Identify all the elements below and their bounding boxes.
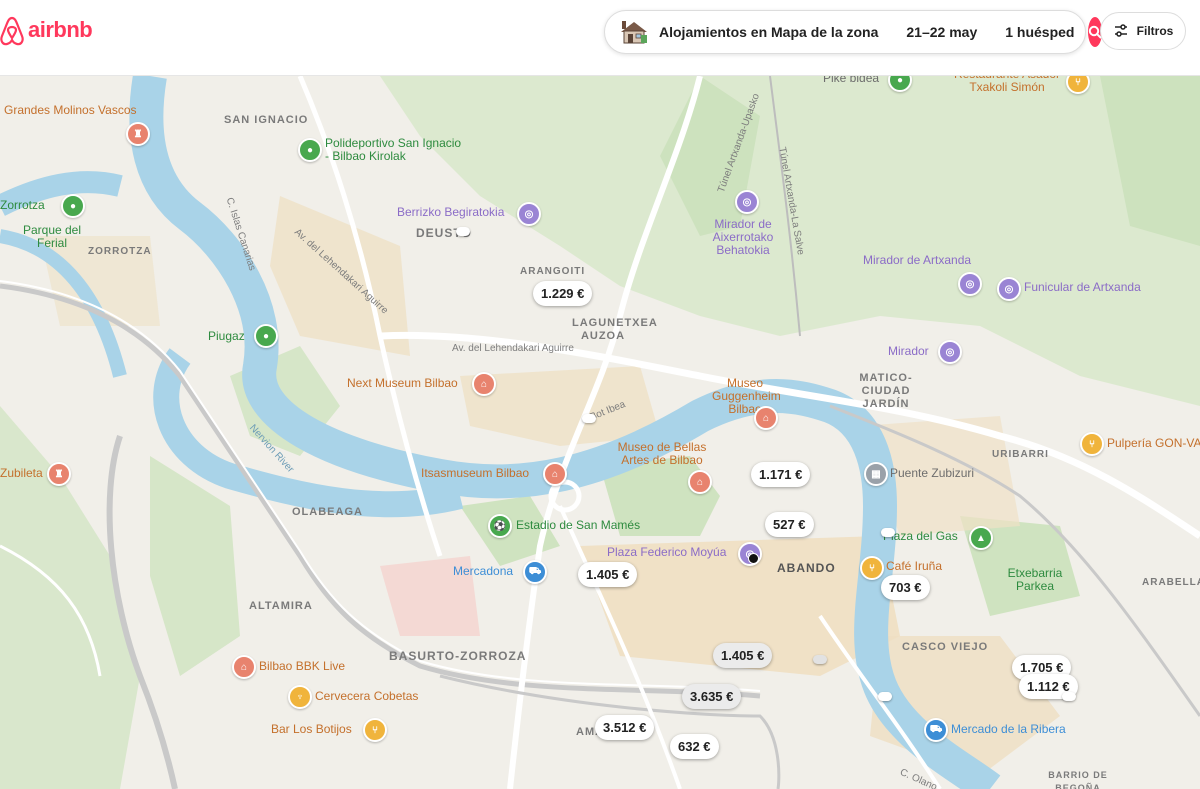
viewpoint-pin-icon[interactable]: ◎ — [958, 272, 982, 296]
viewpoint-pin-icon[interactable]: ◎ — [517, 202, 541, 226]
district-label: ZORROTZA — [88, 246, 152, 257]
restaurant-pin-icon[interactable]: ⑂ — [1080, 432, 1104, 456]
poi-label[interactable]: Estadio de San Mamés — [516, 519, 640, 532]
viewpoint-pin-icon[interactable]: ◎ — [735, 190, 759, 214]
museum-pin-icon[interactable]: ⌂ — [754, 406, 778, 430]
district-label: MATICO-CIUDAD JARDÍN — [859, 372, 913, 410]
poi-label[interactable]: Etxebarria Parkea — [1002, 567, 1068, 593]
airbnb-logo-icon — [0, 16, 24, 46]
restaurant-pin-icon[interactable]: ⑂ — [363, 718, 387, 742]
bar-pin-icon[interactable]: ♆ — [288, 685, 312, 709]
museum-pin-icon[interactable]: ⌂ — [543, 462, 567, 486]
filters-label: Filtros — [1136, 24, 1174, 38]
district-label: OLABEAGA — [292, 506, 363, 518]
landmark-pin-icon[interactable]: ♜ — [126, 122, 150, 146]
search-guests[interactable]: 1 huésped — [991, 24, 1088, 40]
music-pin-icon[interactable]: ⌂ — [232, 655, 256, 679]
district-label: LAGUNETXEA AUZOA — [572, 317, 658, 342]
park-pin-icon[interactable]: ● — [254, 324, 278, 348]
poi-label[interactable]: Zorrotza — [0, 199, 45, 212]
poi-label[interactable]: Puente Zubizuri — [890, 467, 974, 480]
sliders-icon — [1114, 24, 1127, 37]
poi-label[interactable]: Berrizko Begiratokia — [397, 206, 504, 219]
price-marker[interactable]: 703 € — [881, 575, 930, 600]
landmark-pin-icon[interactable]: ♜ — [47, 462, 71, 486]
price-marker[interactable]: 1.405 € — [578, 562, 638, 587]
shopping-pin-icon[interactable]: ⛟ — [523, 560, 547, 584]
poi-label[interactable]: Funicular de Artxanda — [1024, 281, 1141, 294]
museum-pin-icon[interactable]: ⌂ — [472, 372, 496, 396]
stadium-pin-icon[interactable]: ⚽ — [488, 514, 512, 538]
poi-label[interactable]: Pulpería GON-VA — [1107, 437, 1200, 450]
poi-label[interactable]: Itsasmuseum Bilbao — [421, 467, 529, 480]
price-marker[interactable]: 1.405 € — [713, 643, 773, 668]
poi-label[interactable]: Cervecera Cobetas — [315, 690, 418, 703]
price-marker[interactable]: 1.171 € — [751, 462, 811, 487]
listing-dot-marker[interactable] — [813, 655, 827, 664]
poi-label[interactable]: Parque del Ferial — [22, 224, 82, 250]
poi-label[interactable]: Café Iruña — [886, 560, 942, 573]
park-pin-icon[interactable]: ● — [298, 138, 322, 162]
poi-label[interactable]: Bilbao BBK Live — [259, 660, 345, 673]
landmark-pin-icon[interactable]: ▦ — [864, 462, 888, 486]
price-marker[interactable]: 1.229 € — [533, 281, 593, 306]
viewpoint-pin-icon[interactable]: ◎ — [938, 340, 962, 364]
poi-label[interactable]: Mirador — [888, 345, 929, 358]
park-pin-icon[interactable]: ▲ — [969, 526, 993, 550]
district-label: ABANDO — [777, 561, 836, 575]
street-label: Av. del Lehendakari Aguirre — [452, 343, 574, 354]
listing-dot-marker[interactable] — [456, 227, 470, 236]
filters-button[interactable]: Filtros — [1100, 12, 1186, 50]
price-marker[interactable]: 3.635 € — [682, 684, 742, 709]
viewpoint-pin-icon[interactable]: ◎ — [997, 277, 1021, 301]
district-label: ARABELLA — [1142, 577, 1200, 588]
poi-label[interactable]: Next Museum Bilbao — [347, 377, 458, 390]
shopping-pin-icon[interactable]: ⛟ — [924, 718, 948, 742]
logo-wordmark: airbnb — [28, 17, 93, 42]
search-location[interactable]: Alojamientos en Mapa de la zona — [649, 24, 892, 40]
museum-pin-icon[interactable]: ⌂ — [688, 470, 712, 494]
district-label: CASCO VIEJO — [902, 641, 989, 653]
search-bar[interactable]: Alojamientos en Mapa de la zona 21–22 ma… — [604, 10, 1103, 54]
listing-dot-marker[interactable] — [1062, 692, 1076, 701]
price-marker[interactable]: 527 € — [765, 512, 814, 537]
listing-dot-marker[interactable] — [582, 414, 596, 423]
search-dates[interactable]: 21–22 may — [892, 24, 991, 40]
poi-label[interactable]: Mercado de la Ribera — [951, 723, 1066, 736]
park-pin-icon[interactable]: ● — [61, 194, 85, 218]
poi-label[interactable]: Grandes Molinos Vascos — [4, 104, 137, 117]
poi-label[interactable]: Piugaz — [208, 330, 245, 343]
district-label: URIBARRI — [992, 449, 1049, 460]
listing-dot-marker[interactable] — [878, 692, 892, 701]
house-icon — [619, 19, 649, 45]
map-area[interactable]: SAN IGNACIO DEUSTO ARANGOITI LAGUNETXEA … — [0, 76, 1200, 789]
airbnb-logo[interactable]: airbnb — [0, 14, 93, 46]
district-label: ARANGOITI — [520, 266, 586, 277]
poi-label[interactable]: Polideportivo San Ignacio - Bilbao Kirol… — [325, 137, 465, 163]
poi-label[interactable]: Museo de Bellas Artes de Bilbao — [614, 441, 710, 467]
district-label: SAN IGNACIO — [224, 114, 309, 126]
current-location-dot — [748, 553, 759, 564]
poi-label[interactable]: Restaurante Asador Txakoli Simón — [947, 76, 1067, 94]
poi-label[interactable]: Mercadona — [453, 565, 513, 578]
poi-label[interactable]: Bar Los Botijos — [271, 723, 352, 736]
listing-dot-marker[interactable] — [881, 528, 895, 537]
poi-label[interactable]: Plaza Federico Moyúa — [607, 546, 726, 559]
poi-label[interactable]: Mirador de Aixerrotako Behatokia — [688, 218, 798, 257]
poi-label[interactable]: Mirador de Artxanda — [863, 254, 971, 267]
district-label: BARRIO DE BEGOÑA — [1048, 770, 1108, 789]
price-marker[interactable]: 3.512 € — [595, 715, 655, 740]
poi-label[interactable]: Zubileta — [0, 467, 43, 480]
top-header: airbnb Alojamientos en Mapa de la zona 2… — [0, 0, 1200, 76]
district-label: ALTAMIRA — [249, 600, 313, 612]
restaurant-pin-icon[interactable]: ⑂ — [860, 556, 884, 580]
district-label: BASURTO-ZORROZA — [389, 649, 527, 663]
poi-label[interactable]: Pike bidea — [823, 76, 879, 85]
price-marker[interactable]: 632 € — [670, 734, 719, 759]
